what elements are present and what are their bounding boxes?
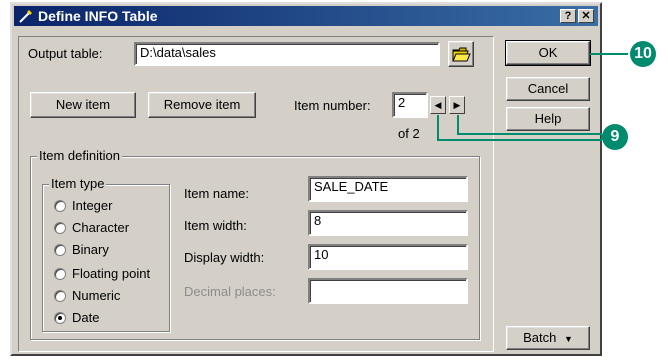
callout-lines: [437, 53, 628, 141]
step-10-callout: 10: [630, 41, 656, 67]
step-9-callout: 9: [602, 124, 628, 150]
